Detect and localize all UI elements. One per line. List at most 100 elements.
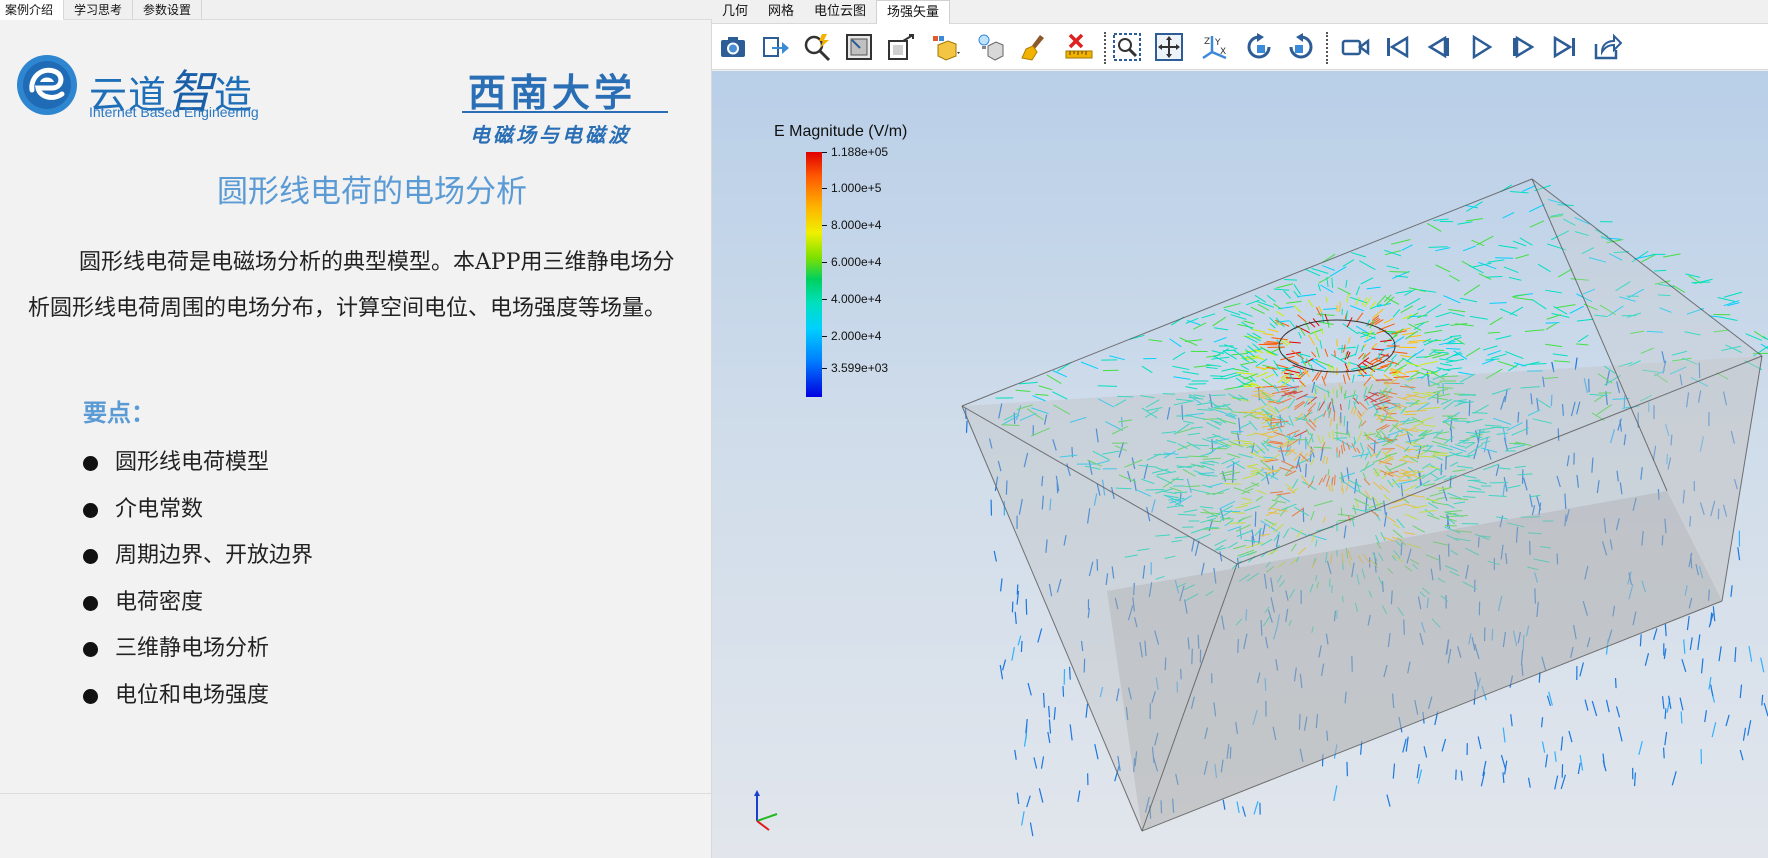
rotate-cw-icon[interactable]	[1242, 30, 1276, 64]
prev-frame-icon[interactable]	[1422, 30, 1456, 64]
field-arrow	[1328, 363, 1331, 372]
field-arrow	[1255, 358, 1268, 367]
field-arrow	[1355, 286, 1360, 296]
last-frame-icon[interactable]	[1548, 30, 1582, 64]
field-arrow	[1424, 329, 1443, 334]
field-arrow	[1015, 389, 1031, 392]
field-arrow	[1554, 751, 1557, 762]
next-frame-icon[interactable]	[1506, 30, 1540, 64]
field-arrow	[1515, 254, 1529, 260]
zoom-fit-icon[interactable]	[800, 30, 834, 64]
field-arrow	[1246, 299, 1260, 306]
field-arrow	[1298, 331, 1302, 339]
field-arrow	[1671, 771, 1677, 786]
tab-mesh[interactable]: 网格	[758, 0, 804, 24]
field-arrow	[1502, 211, 1515, 219]
field-arrow	[1545, 343, 1563, 348]
field-arrow	[1694, 278, 1713, 284]
field-arrow	[1748, 646, 1753, 662]
field-arrow	[1426, 303, 1442, 314]
field-arrow	[1032, 395, 1046, 402]
clean-icon[interactable]	[1018, 30, 1052, 64]
colorbar-label: 1.188e+05	[831, 145, 889, 159]
field-arrow	[1359, 260, 1376, 271]
colorbar-tick	[822, 224, 827, 226]
field-arrow	[1747, 720, 1752, 736]
field-arrow	[1405, 330, 1419, 340]
svg-text:X: X	[1220, 47, 1226, 57]
tab-field-vector[interactable]: 场强矢量	[876, 0, 951, 24]
export-icon[interactable]	[758, 30, 792, 64]
field-arrow	[1276, 283, 1293, 289]
field-arrow	[1221, 367, 1235, 372]
field-arrow	[1269, 323, 1276, 329]
3d-viewport[interactable]: E Magnitude (V/m) 1.188e+05 1.000e+5 8.000…	[712, 71, 1768, 858]
field-arrow	[1037, 628, 1043, 643]
field-arrow	[1404, 288, 1417, 296]
field-arrow	[1383, 318, 1394, 324]
field-arrow	[1313, 330, 1320, 342]
field-arrow	[1184, 339, 1203, 342]
field-arrow	[1710, 684, 1714, 697]
tab-parameter-settings[interactable]: 参数设置	[133, 0, 203, 20]
field-arrow	[1487, 331, 1500, 334]
field-arrow	[1272, 369, 1279, 377]
field-arrow	[1355, 297, 1360, 306]
tab-case-intro[interactable]: 案例介绍	[0, 0, 65, 20]
field-arrow	[1577, 762, 1581, 775]
record-icon[interactable]	[1338, 30, 1372, 64]
field-arrow	[1554, 775, 1559, 790]
field-arrow	[1230, 314, 1247, 320]
field-arrow	[1742, 727, 1747, 741]
field-arrow	[1345, 279, 1348, 288]
orientation-axes-icon	[754, 790, 778, 831]
lighting-icon[interactable]	[974, 30, 1008, 64]
field-arrow	[1311, 351, 1317, 358]
axes-orient-icon[interactable]: YXZ	[1198, 30, 1232, 64]
field-arrow	[1333, 785, 1338, 802]
first-frame-icon[interactable]	[1380, 30, 1414, 64]
field-arrow	[1512, 240, 1527, 247]
pan-icon[interactable]	[1152, 30, 1186, 64]
field-arrow	[1392, 351, 1408, 354]
share-icon[interactable]	[1590, 30, 1624, 64]
field-arrow	[1618, 726, 1623, 742]
view-cube-icon[interactable]	[884, 30, 918, 64]
field-arrow	[1038, 385, 1053, 391]
play-icon[interactable]	[1464, 30, 1498, 64]
camera-icon[interactable]	[716, 30, 750, 64]
field-arrow	[1077, 790, 1081, 803]
field-arrow	[1725, 714, 1730, 727]
field-arrow	[1293, 304, 1302, 313]
field-arrow	[1266, 341, 1280, 343]
field-arrow	[1080, 361, 1099, 370]
field-arrow	[1027, 682, 1032, 696]
field-arrow	[1434, 351, 1449, 354]
zoom-box-icon[interactable]	[1110, 30, 1144, 64]
field-arrow	[1576, 343, 1589, 346]
field-arrow	[1495, 335, 1512, 340]
field-arrow	[1048, 705, 1051, 718]
ruler-delete-icon[interactable]	[1062, 30, 1096, 64]
field-arrow	[1223, 302, 1241, 309]
field-arrow	[1213, 336, 1227, 343]
field-arrow	[1386, 794, 1391, 807]
tab-potential-contour[interactable]: 电位云图	[804, 0, 876, 24]
field-arrow	[1761, 694, 1764, 706]
field-arrow	[1021, 811, 1025, 826]
field-arrow	[1662, 747, 1665, 759]
rotate-ccw-icon[interactable]	[1284, 30, 1318, 64]
tab-study-thinking[interactable]: 学习思考	[64, 0, 134, 20]
display-mode-icon[interactable]	[928, 30, 962, 64]
colorbar-label: 4.000e+4	[831, 292, 882, 306]
field-arrow	[1490, 353, 1507, 359]
tab-geometry[interactable]: 几何	[712, 0, 758, 24]
view-box-icon[interactable]	[842, 30, 876, 64]
field-arrow	[1324, 348, 1329, 357]
colorbar-label: 2.000e+4	[831, 328, 882, 343]
right-panel: 几何 网格 电位云图 场强矢量 YXZ E Magnitude (V/m) 1.…	[712, 0, 1768, 858]
field-arrow	[1109, 355, 1125, 361]
field-arrow	[1633, 772, 1637, 787]
field-arrow	[1450, 335, 1462, 338]
field-arrow	[1498, 244, 1518, 249]
